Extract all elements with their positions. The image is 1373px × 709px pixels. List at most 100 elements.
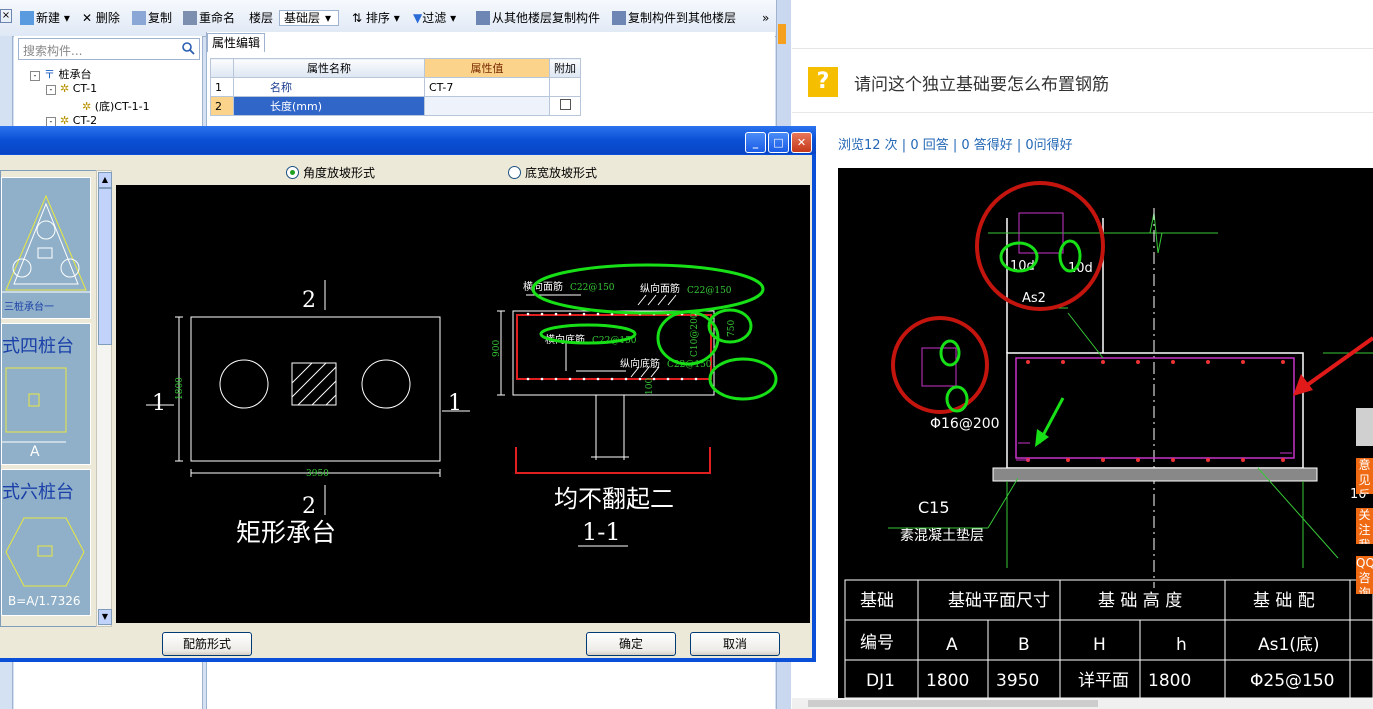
property-grid: 属性名称 属性值 附加 1 名称 CT-7 2 长度(mm) bbox=[210, 58, 581, 116]
dim-750: 750 bbox=[727, 320, 737, 337]
rename-button[interactable]: 重命名 bbox=[183, 8, 235, 28]
copy-button[interactable]: 复制 bbox=[132, 8, 172, 28]
cad-10d-right: 10d bbox=[1068, 261, 1093, 276]
question-title: 请问这个独立基础要怎么布置钢筋 bbox=[854, 75, 1109, 95]
thumb-label: A bbox=[30, 444, 40, 460]
spec-h-top: C22@150 bbox=[570, 283, 615, 293]
grid-corner bbox=[210, 58, 234, 78]
caption-no-bend: 均不翻起二 bbox=[554, 485, 674, 513]
section-label: 1-1 bbox=[582, 518, 621, 546]
tab-property-edit[interactable]: 属性编辑 bbox=[207, 33, 266, 52]
dim-100: 100 bbox=[645, 378, 655, 395]
radio-selected-icon bbox=[286, 166, 299, 179]
floor-label: 楼层 bbox=[249, 11, 274, 25]
cad-pad-label: 素混凝土垫层 bbox=[900, 528, 984, 544]
rename-icon bbox=[183, 11, 197, 25]
section-mark-bottom: 2 bbox=[302, 494, 316, 519]
dim-width: 3950 bbox=[306, 469, 329, 479]
copy-from-floor-button[interactable]: 从其他楼层复制构件 bbox=[476, 8, 600, 28]
cancel-button[interactable]: 取消 bbox=[690, 632, 780, 656]
side-mark-right: 1 bbox=[448, 391, 462, 416]
copy-from-icon bbox=[476, 11, 490, 25]
delete-icon: ✕ bbox=[82, 11, 93, 25]
pile-cap-icon: 〒 bbox=[44, 68, 55, 81]
copy-icon bbox=[132, 11, 146, 25]
scroll-thumb[interactable] bbox=[98, 188, 112, 345]
thumb-three-pile-cap[interactable]: 三桩承台一 bbox=[1, 177, 91, 319]
more-button[interactable]: » bbox=[762, 8, 769, 28]
tree-node-ct1-1[interactable]: ✲ (底)CT-1-1 bbox=[82, 98, 150, 114]
sort-icon: ⇅ bbox=[352, 11, 363, 25]
side-tab-qq[interactable]: QQ咨询 bbox=[1356, 556, 1373, 594]
table-row[interactable]: 1 名称 CT-7 bbox=[210, 77, 581, 97]
floor-select[interactable]: 基础层 ▾ bbox=[279, 8, 340, 28]
component-search-input[interactable]: 搜索构件... bbox=[18, 38, 200, 60]
cad-table-h2-2: B bbox=[1018, 635, 1030, 655]
horizontal-scrollbar[interactable] bbox=[792, 698, 1373, 709]
thumb-six-pile-cap[interactable]: 式六桩台 B=A/1.7326 bbox=[1, 469, 91, 616]
cad-table-h2-5: As1(底) bbox=[1258, 635, 1320, 655]
delete-button[interactable]: ✕ 删除 bbox=[82, 8, 120, 28]
new-icon bbox=[20, 11, 34, 25]
header-attr-name: 属性名称 bbox=[233, 58, 425, 78]
header-extra: 附加 bbox=[549, 58, 581, 78]
cad-table-cell: DJ1 bbox=[866, 671, 895, 691]
cad-table-cell: 1800 bbox=[926, 671, 969, 691]
cad-table-cell: 3950 bbox=[996, 671, 1039, 691]
gear-icon: ✲ bbox=[60, 82, 70, 95]
minimize-icon[interactable]: _ bbox=[745, 132, 766, 153]
question-stats[interactable]: 浏览12 次 | 0 回答 | 0 答得好 | 0问得好 bbox=[838, 134, 1073, 153]
thumb-four-pile-cap[interactable]: 式四桩台 A bbox=[1, 323, 91, 465]
cad-c15: C15 bbox=[918, 498, 950, 517]
filter-icon: ▼ bbox=[413, 11, 423, 25]
table-row[interactable]: 2 长度(mm) bbox=[210, 96, 581, 116]
thumb-label: B=A/1.7326 bbox=[8, 594, 81, 608]
close-icon[interactable]: ✕ bbox=[791, 132, 812, 153]
side-tab-top[interactable] bbox=[1356, 408, 1373, 446]
thumb-label: 三桩承台一 bbox=[4, 302, 54, 313]
cap-style-list: 三桩承台一 式四桩台 A 式六桩台 B=A/1.7326 bbox=[0, 170, 98, 627]
cad-table-cell: Φ25@150 bbox=[1250, 671, 1334, 691]
scroll-up-icon[interactable]: ▲ bbox=[98, 172, 112, 188]
cad-table-h1-2: 基 础 高 度 bbox=[1098, 591, 1182, 611]
side-mark-left: 1 bbox=[152, 391, 166, 416]
side-tab-follow[interactable]: 关注我们 bbox=[1356, 508, 1373, 544]
orange-marker bbox=[778, 24, 786, 44]
filter-button[interactable]: ▼过滤 ▾ bbox=[413, 8, 456, 28]
question-cad-image: 10d 10d As2 Φ16@200 C15 素混凝土垫层 10 基础 基础平… bbox=[838, 168, 1373, 698]
maximize-icon[interactable]: □ bbox=[768, 132, 789, 153]
side-tab-feedback[interactable]: 意见反馈 bbox=[1356, 458, 1373, 494]
radio-bottom-width-slope[interactable]: 底宽放坡形式 bbox=[508, 164, 597, 181]
spec-v-top: C22@150 bbox=[687, 286, 732, 296]
cad-table-h1-1: 基础平面尺寸 bbox=[948, 591, 1050, 611]
cad-table-h1-3: 基 础 配 bbox=[1253, 591, 1315, 611]
web-header bbox=[792, 0, 1373, 49]
rebar-style-button[interactable]: 配筋形式 bbox=[162, 632, 252, 656]
dialog-titlebar[interactable] bbox=[0, 126, 816, 154]
new-button[interactable]: 新建 ▾ bbox=[20, 8, 70, 28]
cad-table-h2-0: 编号 bbox=[860, 633, 894, 653]
ok-button[interactable]: 确定 bbox=[586, 632, 676, 656]
divider bbox=[792, 112, 1373, 113]
thumb-scrollbar[interactable]: ▲ ▼ bbox=[96, 170, 112, 627]
search-icon[interactable] bbox=[181, 41, 195, 55]
caption-rect-cap: 矩形承台 bbox=[236, 518, 336, 547]
tree-node-ct1[interactable]: - ✲ CT-1 bbox=[46, 82, 97, 95]
label-h-top: 横向面筋 bbox=[523, 280, 563, 293]
close-icon[interactable]: × bbox=[0, 9, 12, 23]
scroll-down-icon[interactable]: ▼ bbox=[98, 609, 112, 625]
copy-to-floor-button[interactable]: 复制构件到其他楼层 bbox=[612, 8, 736, 28]
tree-node-pile-cap[interactable]: - 〒 桩承台 bbox=[30, 66, 92, 82]
spec-side-bar: C10@200 bbox=[690, 312, 700, 357]
radio-icon bbox=[508, 166, 521, 179]
cad-table-cell: 1800 bbox=[1148, 671, 1191, 691]
radio-corner-slope[interactable]: 角度放坡形式 bbox=[286, 164, 375, 181]
extra-checkbox[interactable] bbox=[559, 99, 571, 110]
label-v-top: 纵向面筋 bbox=[640, 282, 680, 295]
cad-rebar-label: Φ16@200 bbox=[930, 416, 1000, 432]
question-icon: ? bbox=[808, 67, 838, 97]
cad-table-h1-0: 基础 bbox=[860, 591, 894, 611]
sort-button[interactable]: ⇅ 排序 ▾ bbox=[352, 8, 400, 28]
cad-table-h2-4: h bbox=[1176, 635, 1187, 655]
cad-table-h2-1: A bbox=[946, 635, 958, 655]
